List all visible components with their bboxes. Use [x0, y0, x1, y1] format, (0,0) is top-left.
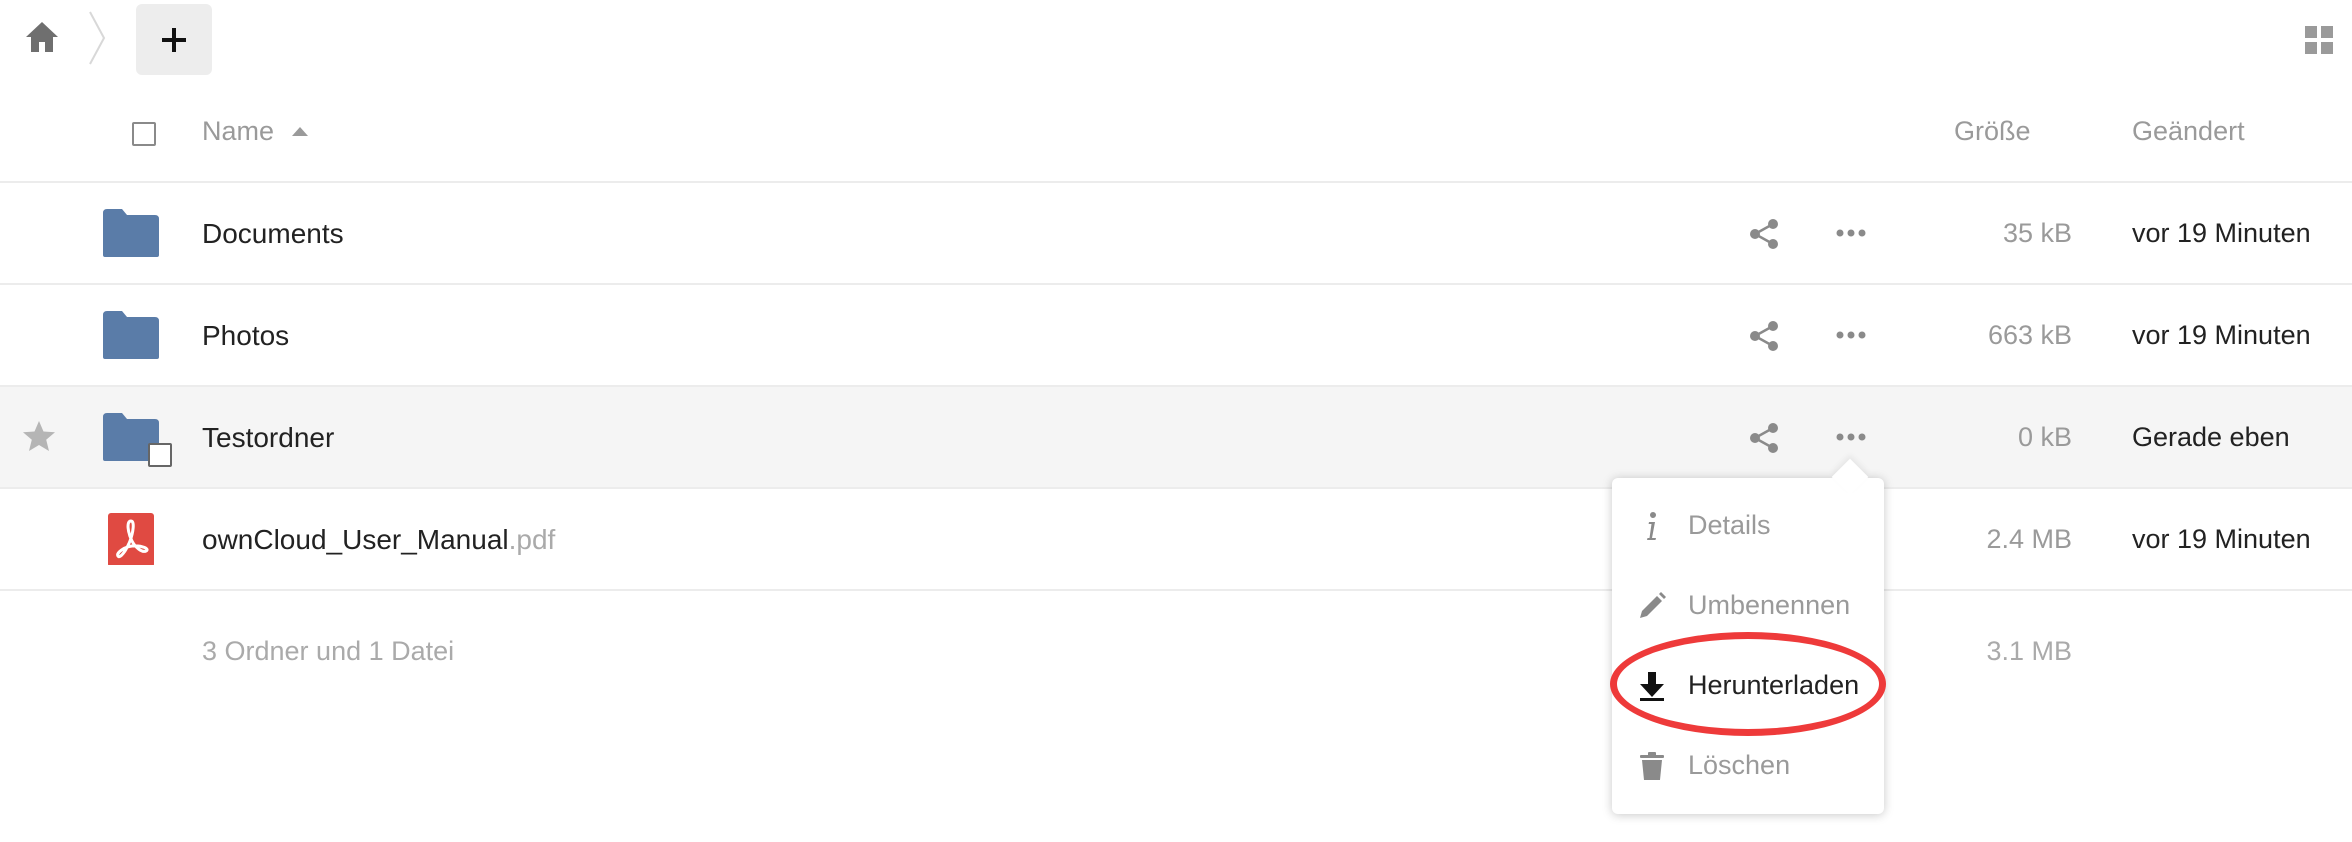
file-name[interactable]: Documents: [202, 218, 344, 250]
file-size: 2.4 MB: [1986, 524, 2072, 554]
menu-label: Löschen: [1688, 750, 1791, 780]
share-icon[interactable]: [1748, 320, 1780, 352]
grid-view-icon[interactable]: [2304, 25, 2334, 55]
more-actions-icon[interactable]: [1836, 431, 1866, 443]
file-name[interactable]: Testordner: [202, 422, 334, 454]
file-size: 0 kB: [2017, 422, 2072, 452]
file-row[interactable]: Documents 35 kB vor 19 Minuten: [0, 183, 2352, 285]
sort-by-size[interactable]: Größe: [1954, 116, 2031, 147]
top-bar: [0, 0, 2352, 80]
file-row[interactable]: Photos 663 kB vor 19 Minuten: [0, 285, 2352, 387]
file-modified: vor 19 Minuten: [2132, 524, 2311, 554]
more-actions-icon[interactable]: [1836, 227, 1866, 239]
row-select-checkbox[interactable]: [148, 443, 172, 467]
select-all-checkbox[interactable]: [132, 122, 156, 146]
download-icon: [1640, 672, 1664, 701]
more-actions-icon[interactable]: [1836, 329, 1866, 341]
name-column-label: Name: [202, 116, 275, 146]
info-icon: [1647, 512, 1656, 540]
plus-icon: [162, 27, 186, 52]
file-row[interactable]: Testordner 0 kB Gerade eben: [0, 387, 2352, 489]
file-row[interactable]: ownCloud_User_Manual.pdf 2.4 MB vor 19 M…: [0, 489, 2352, 591]
pencil-icon: [1640, 592, 1666, 618]
folder-icon[interactable]: [102, 207, 160, 259]
menu-label: Details: [1688, 510, 1771, 540]
sort-ascending-icon: [292, 127, 309, 136]
new-button[interactable]: [136, 4, 212, 75]
sort-by-modified[interactable]: Geändert: [2132, 116, 2245, 147]
file-modified: vor 19 Minuten: [2132, 320, 2311, 350]
favorite-star-icon[interactable]: [22, 419, 56, 453]
menu-label: Herunterladen: [1688, 670, 1860, 700]
menu-item-delete[interactable]: Löschen: [1612, 726, 1884, 806]
file-summary: 3 Ordner und 1 Datei: [202, 636, 455, 666]
file-modified: vor 19 Minuten: [2132, 218, 2311, 248]
menu-item-rename[interactable]: Umbenennen: [1612, 566, 1884, 646]
file-name[interactable]: ownCloud_User_Manual.pdf: [202, 524, 555, 556]
menu-label: Umbenennen: [1688, 590, 1851, 620]
file-name[interactable]: Photos: [202, 320, 289, 352]
pdf-file-icon[interactable]: [102, 513, 160, 565]
file-modified: Gerade eben: [2132, 422, 2290, 452]
home-icon[interactable]: [24, 20, 60, 54]
share-icon[interactable]: [1748, 422, 1780, 454]
share-icon[interactable]: [1748, 218, 1780, 250]
menu-item-download[interactable]: Herunterladen: [1612, 646, 1884, 726]
sort-by-name[interactable]: Name: [202, 116, 309, 147]
folder-icon[interactable]: [102, 309, 160, 361]
file-list-header: Name Größe Geändert: [0, 96, 2352, 183]
file-actions-menu: Details Umbenennen Herunterladen Löschen: [1612, 478, 1884, 814]
trash-icon: [1640, 752, 1664, 780]
file-size: 663 kB: [1987, 320, 2072, 350]
menu-item-details[interactable]: Details: [1612, 486, 1884, 566]
total-size: 3.1 MB: [1986, 636, 2072, 666]
breadcrumb-separator-icon: [89, 11, 106, 65]
file-size: 35 kB: [2002, 218, 2072, 248]
